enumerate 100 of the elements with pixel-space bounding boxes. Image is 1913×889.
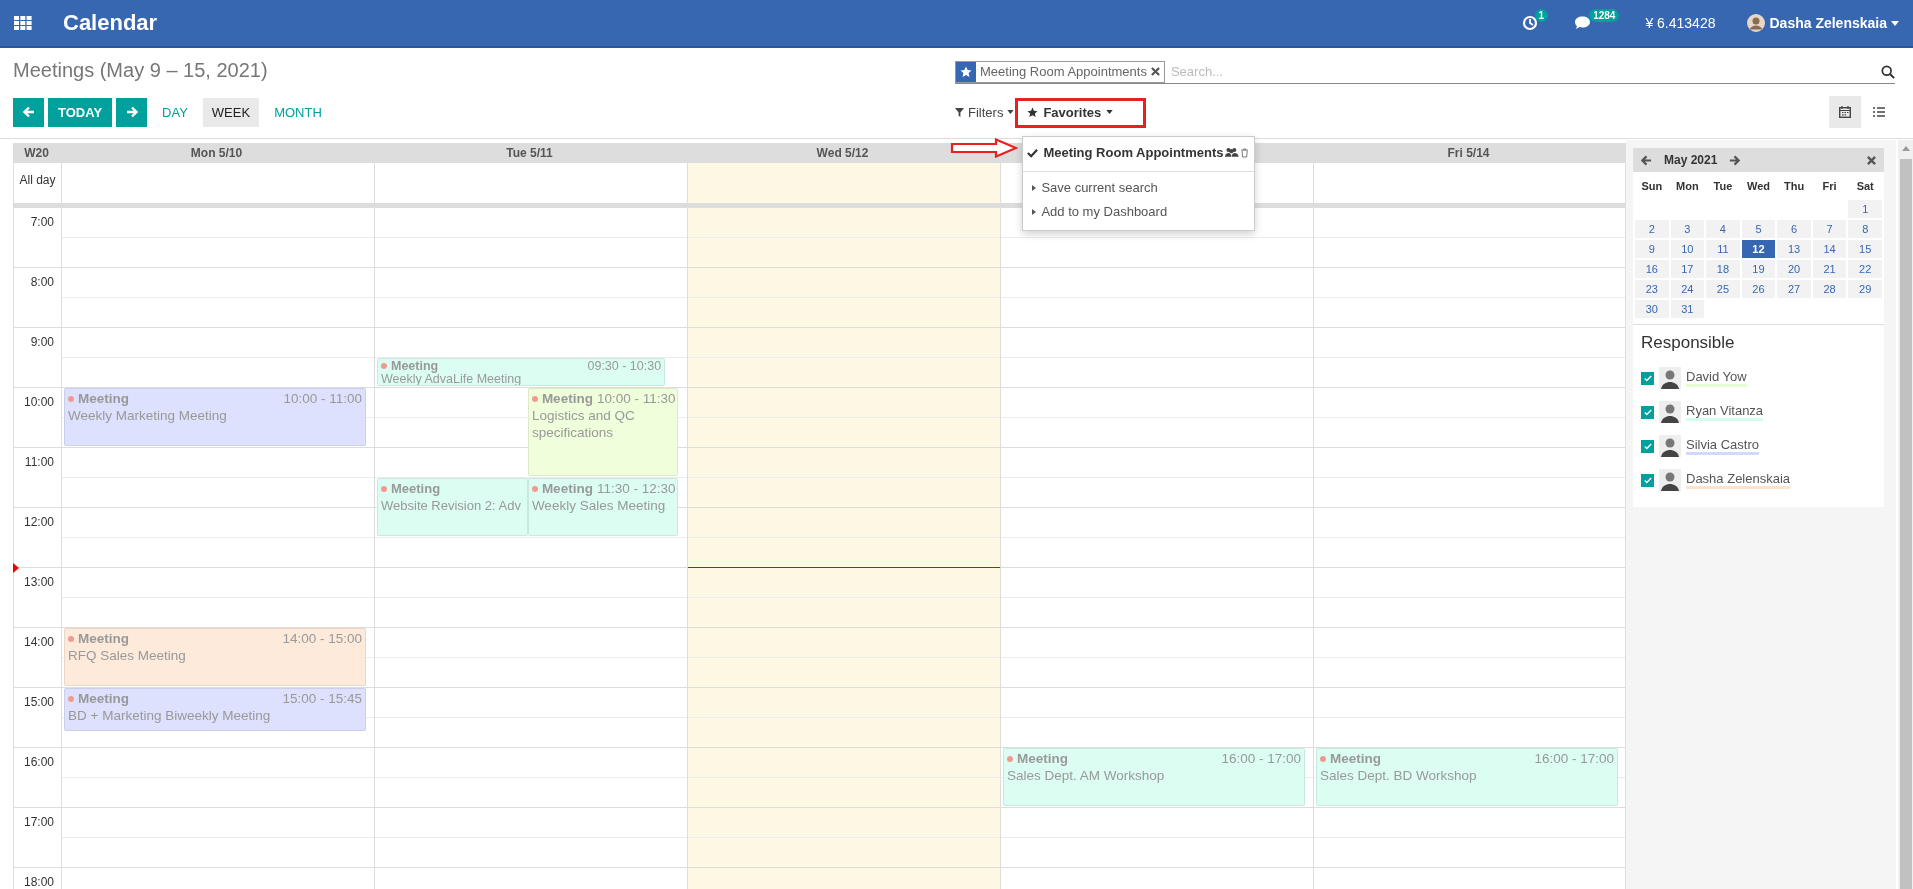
favorite-item[interactable]: Meeting Room Appointments bbox=[1027, 141, 1224, 164]
date-cell[interactable]: 7 bbox=[1812, 220, 1847, 238]
event-category: Meeting bbox=[541, 391, 593, 406]
date-cell[interactable]: 13 bbox=[1777, 240, 1811, 258]
calendar-event[interactable]: Meeting 11:30 - 12:30 Weekly Sales Meeting bbox=[527, 478, 678, 536]
date-cell[interactable]: 1 bbox=[1848, 200, 1882, 218]
caret-right-icon bbox=[1032, 208, 1037, 215]
date-cell[interactable]: 17 bbox=[1670, 260, 1705, 278]
calendar-icon bbox=[1839, 106, 1851, 118]
date-cell[interactable]: 20 bbox=[1777, 260, 1811, 278]
person-name[interactable]: Ryan Vitanza bbox=[1686, 403, 1764, 421]
remove-icon[interactable] bbox=[1150, 67, 1160, 76]
scroll-up-icon[interactable] bbox=[1902, 146, 1910, 151]
calendar-event[interactable]: Meeting 16:00 - 17:00 Sales Dept. BD Workshop bbox=[1316, 748, 1618, 806]
date-cell[interactable]: 26 bbox=[1741, 280, 1776, 298]
star-icon bbox=[960, 65, 972, 78]
checkbox[interactable] bbox=[1641, 371, 1654, 385]
event-title: Sales Dept. BD Workshop bbox=[1320, 767, 1478, 784]
menu-item[interactable]: Save current search bbox=[1023, 175, 1158, 200]
activity-count: 1 bbox=[1534, 9, 1549, 22]
date-cell[interactable]: 15 bbox=[1848, 240, 1882, 258]
day-header: Tue 5/11 bbox=[506, 146, 553, 160]
event-time: 11:30 - 12:30 bbox=[596, 481, 676, 496]
next-month-icon[interactable] bbox=[1729, 154, 1741, 166]
calendar-event[interactable]: Meeting 09:30 - 10:30 Weekly AdvaLife Meeting bbox=[377, 358, 666, 386]
weekday-label: Tue bbox=[1712, 179, 1734, 194]
hour-label: 12:00 bbox=[23, 515, 54, 529]
user-name[interactable]: Dasha Zelenskaia bbox=[1769, 15, 1887, 31]
person-name[interactable]: Dasha Zelenskaia bbox=[1686, 471, 1791, 489]
trash-icon[interactable] bbox=[1241, 147, 1249, 158]
chat-icon[interactable] bbox=[1574, 15, 1593, 31]
avatar-icon bbox=[1659, 367, 1681, 389]
previous-button[interactable] bbox=[13, 97, 44, 127]
balance[interactable]: ¥ 6.413428 bbox=[1645, 15, 1716, 31]
date-cell[interactable]: 22 bbox=[1848, 260, 1882, 278]
scale-tab[interactable]: WEEK bbox=[202, 97, 260, 127]
date-cell[interactable]: 18 bbox=[1706, 260, 1740, 278]
message-count: 1284 bbox=[1589, 9, 1620, 22]
calendar-event[interactable]: Meeting 10:00 - 11:30 Logistics and QC specifications bbox=[527, 388, 678, 476]
next-button[interactable] bbox=[116, 97, 148, 127]
avatar-icon bbox=[1659, 435, 1681, 457]
scale-tab[interactable]: DAY bbox=[153, 97, 197, 127]
date-cell[interactable]: 19 bbox=[1741, 260, 1776, 278]
hour-label: 11:00 bbox=[24, 455, 54, 469]
person-name[interactable]: Silvia Castro bbox=[1686, 437, 1759, 455]
hour-label: 15:00 bbox=[23, 695, 54, 709]
date-cell[interactable]: 5 bbox=[1741, 220, 1776, 238]
today-button[interactable]: TODAY bbox=[48, 97, 113, 127]
checkbox[interactable] bbox=[1641, 473, 1654, 487]
search-facet[interactable]: Meeting Room Appointments bbox=[955, 60, 1165, 83]
users-icon bbox=[1225, 147, 1240, 158]
date-cell[interactable]: 24 bbox=[1670, 280, 1705, 298]
date-cell[interactable]: 3 bbox=[1670, 220, 1705, 238]
filters-button[interactable]: Filters bbox=[955, 97, 1015, 127]
date-cell[interactable]: 11 bbox=[1706, 240, 1740, 258]
checkbox[interactable] bbox=[1641, 439, 1654, 453]
date-cell[interactable]: 4 bbox=[1706, 220, 1740, 238]
weekday-label: Sun bbox=[1640, 179, 1664, 194]
event-category: Meeting bbox=[391, 359, 439, 373]
date-cell[interactable]: 28 bbox=[1812, 280, 1847, 298]
calendar-view-button[interactable] bbox=[1829, 96, 1861, 128]
scrollbar[interactable] bbox=[1898, 140, 1913, 889]
menu-item[interactable]: Add to my Dashboard bbox=[1023, 199, 1168, 224]
date-cell[interactable]: 27 bbox=[1777, 280, 1811, 298]
event-title: Website Revision 2: Adv bbox=[381, 497, 522, 514]
date-cell[interactable]: 6 bbox=[1777, 220, 1811, 238]
date-cell[interactable]: 25 bbox=[1706, 280, 1740, 298]
hour-label: 9:00 bbox=[30, 335, 54, 349]
checkbox[interactable] bbox=[1641, 405, 1654, 419]
date-cell[interactable]: 12 bbox=[1741, 240, 1776, 258]
scale-tab[interactable]: MONTH bbox=[265, 97, 331, 127]
previous-month-icon[interactable] bbox=[1641, 154, 1652, 166]
date-cell[interactable]: 16 bbox=[1635, 260, 1669, 278]
day-header: Fri 5/14 bbox=[1447, 146, 1490, 160]
calendar-event[interactable]: Meeting 16:00 - 17:00 Sales Dept. AM Workshop bbox=[1003, 748, 1305, 806]
date-cell[interactable]: 31 bbox=[1670, 300, 1705, 318]
date-cell[interactable]: 29 bbox=[1848, 280, 1882, 298]
event-title: Logistics and QC specifications bbox=[531, 407, 636, 441]
week-number: W20 bbox=[24, 146, 49, 160]
person-name[interactable]: David Yow bbox=[1686, 369, 1747, 387]
event-time: 16:00 - 17:00 bbox=[1534, 751, 1614, 766]
left-arrow-icon bbox=[22, 106, 35, 118]
event-category: Meeting bbox=[78, 631, 129, 646]
close-icon[interactable] bbox=[1867, 155, 1876, 165]
search-icon[interactable] bbox=[1881, 64, 1895, 79]
date-cell[interactable]: 2 bbox=[1635, 220, 1669, 238]
date-cell[interactable]: 23 bbox=[1635, 280, 1669, 298]
date-cell[interactable]: 8 bbox=[1848, 220, 1882, 238]
caret-icon bbox=[1007, 110, 1015, 114]
avatar-icon bbox=[1659, 469, 1681, 491]
hour-label: 8:00 bbox=[30, 275, 54, 289]
date-cell[interactable]: 9 bbox=[1635, 240, 1669, 258]
date-cell[interactable]: 30 bbox=[1635, 300, 1669, 318]
date-cell[interactable]: 14 bbox=[1812, 240, 1847, 258]
event-title: Sales Dept. AM Workshop bbox=[1007, 767, 1166, 784]
date-cell[interactable]: 10 bbox=[1670, 240, 1705, 258]
event-time: 10:00 - 11:30 bbox=[596, 391, 676, 406]
date-cell[interactable]: 21 bbox=[1812, 260, 1847, 278]
apps-menu-icon[interactable] bbox=[14, 16, 32, 30]
activity-icon[interactable] bbox=[1521, 15, 1538, 31]
